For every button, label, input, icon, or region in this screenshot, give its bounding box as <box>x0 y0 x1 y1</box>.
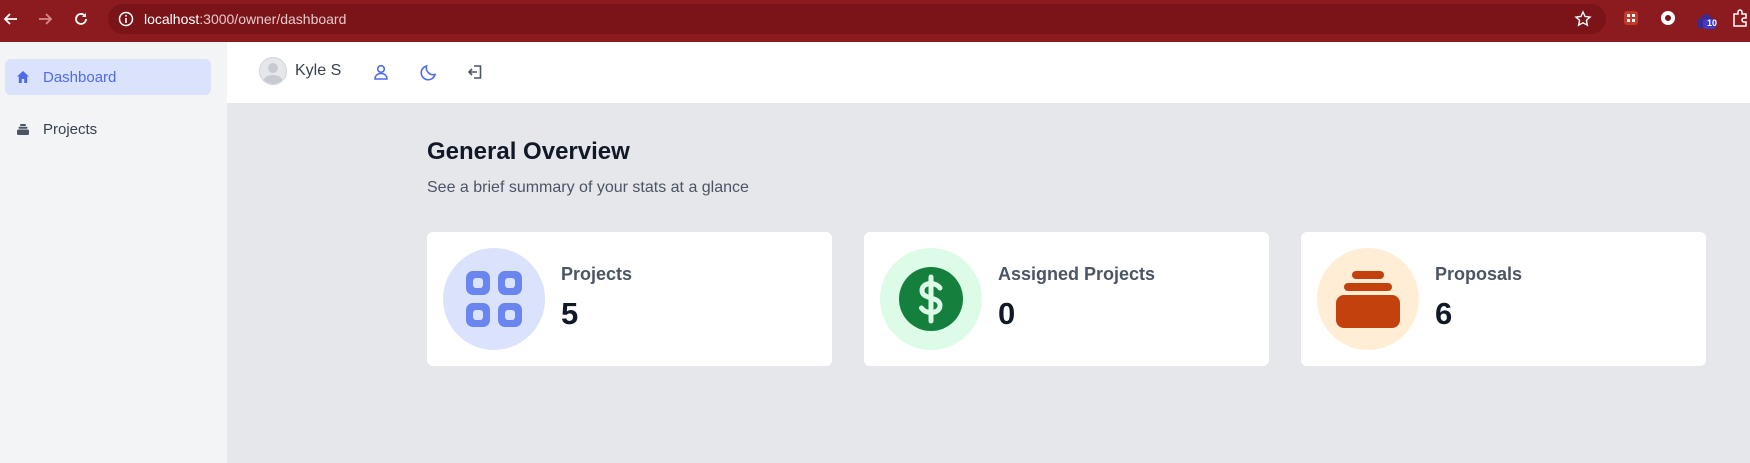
user-name: Kyle S <box>295 62 342 79</box>
user-menu[interactable]: Kyle S <box>259 57 341 85</box>
extension-grid-icon[interactable] <box>1622 9 1640 27</box>
sidebar-item-projects[interactable]: Projects <box>5 111 211 147</box>
url-path: :3000/owner/dashboard <box>199 11 347 27</box>
sidebar-item-label: Projects <box>43 120 98 138</box>
extension-badge-count: 10 <box>1707 18 1718 28</box>
grid-icon <box>443 248 545 350</box>
bookmark-star-icon[interactable] <box>1574 10 1592 28</box>
main-content: General Overview See a brief summary of … <box>227 103 1750 463</box>
browser-toolbar: localhost:3000/owner/dashboard 10 <box>0 0 1750 42</box>
forward-arrow-icon[interactable] <box>34 8 56 30</box>
url-host: localhost <box>144 11 200 27</box>
page-title: General Overview <box>427 138 630 165</box>
sidebar-item-dashboard[interactable]: Dashboard <box>5 59 211 95</box>
back-arrow-icon[interactable] <box>0 8 22 30</box>
page-subtitle: See a brief summary of your stats at a g… <box>427 179 749 196</box>
stat-value: 5 <box>561 296 579 331</box>
stat-label: Proposals <box>1435 264 1523 284</box>
top-header: Kyle S <box>227 42 1750 103</box>
user-icon[interactable] <box>371 62 391 82</box>
stack-icon <box>1317 248 1419 350</box>
avatar <box>259 57 287 85</box>
stat-label: Projects <box>561 264 633 284</box>
sidebar-item-label: Dashboard <box>43 68 117 86</box>
extension-badge-icon[interactable]: 10 <box>1695 8 1717 30</box>
sidebar: Dashboard Projects <box>0 42 227 463</box>
stat-card-proposals: Proposals 6 <box>1301 232 1706 366</box>
puzzle-icon[interactable] <box>1731 9 1749 27</box>
logout-icon[interactable] <box>465 62 485 82</box>
stat-label: Assigned Projects <box>998 264 1156 284</box>
address-bar[interactable]: localhost:3000/owner/dashboard <box>108 4 1606 34</box>
moon-icon[interactable] <box>419 62 439 82</box>
inbox-stack-icon <box>15 121 31 137</box>
extension-circle-icon[interactable] <box>1659 9 1677 27</box>
home-icon <box>15 69 31 85</box>
stat-value: 0 <box>998 296 1016 331</box>
url-text: localhost:3000/owner/dashboard <box>144 11 346 27</box>
stat-card-assigned-projects: Assigned Projects 0 <box>864 232 1269 366</box>
dollar-icon <box>880 248 982 350</box>
stat-value: 6 <box>1435 296 1453 331</box>
reload-icon[interactable] <box>70 8 92 30</box>
site-info-icon[interactable] <box>118 11 134 27</box>
stat-card-projects: Projects 5 <box>427 232 832 366</box>
